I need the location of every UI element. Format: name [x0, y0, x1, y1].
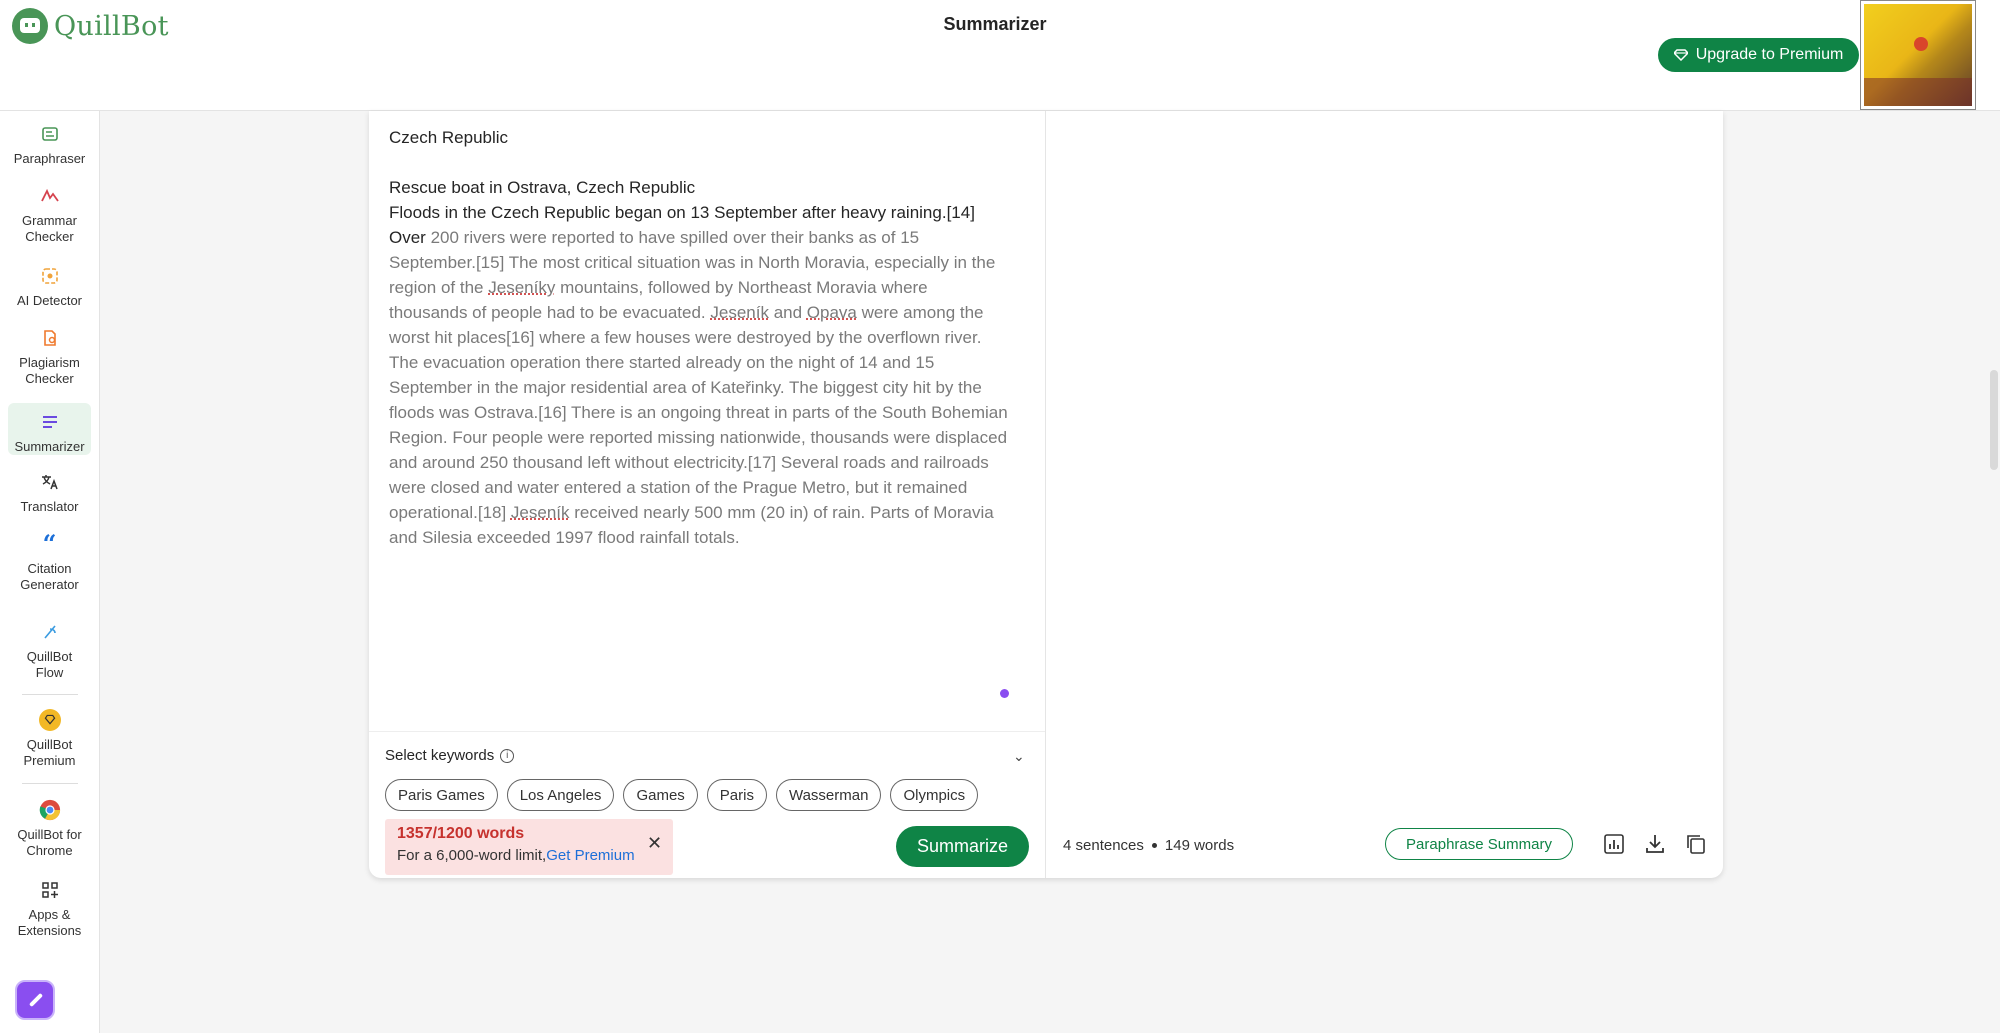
sidebar-item-label: Translator — [20, 499, 79, 514]
keyword-chip[interactable]: Games — [623, 779, 698, 811]
grammar-icon — [39, 185, 61, 207]
sidebar-item-paraphraser[interactable]: Paraphraser — [8, 123, 91, 173]
sidebar-item-summarizer[interactable]: Summarizer — [8, 403, 91, 455]
input-paragraph: Over 200 rivers were reported to have sp… — [389, 225, 1009, 550]
plagiarism-icon — [39, 327, 61, 349]
copy-icon[interactable] — [1685, 833, 1707, 855]
flow-icon — [39, 621, 61, 643]
sentence-count: 4 sentences — [1063, 837, 1144, 854]
word-limit-message: For a 6,000-word limit,Get Premium — [397, 847, 661, 864]
sidebar-item-label: Plagiarism Checker — [19, 355, 80, 386]
sidebar-divider — [22, 783, 78, 784]
sidebar-item-grammar-checker[interactable]: Grammar Checker — [8, 185, 91, 251]
statistics-icon[interactable] — [1603, 833, 1625, 855]
sidebar-item-translator[interactable]: Translator — [8, 471, 91, 521]
keyword-chips: Paris Games Los Angeles Games Paris Wass… — [385, 779, 979, 811]
keywords-divider — [369, 731, 1045, 732]
page-scrollbar[interactable] — [1990, 370, 1998, 470]
sidebar: Paraphraser Grammar Checker AI Detector … — [0, 111, 100, 1033]
spellcheck-word[interactable]: Jeseník — [511, 503, 570, 522]
apps-icon — [39, 879, 61, 901]
sidebar-item-quillbot-for-chrome[interactable]: QuillBot for Chrome — [8, 799, 91, 865]
sidebar-item-label: Paraphraser — [13, 151, 86, 166]
word-count-over-limit: 1357/1200 words — [397, 825, 525, 842]
input-line: Rescue boat in Ostrava, Czech Republic — [389, 178, 696, 197]
sidebar-divider — [22, 694, 78, 695]
output-stats: 4 sentences 149 words — [1063, 837, 1234, 854]
sidebar-item-quillbot-premium[interactable]: QuillBot Premium — [8, 709, 91, 775]
sidebar-item-label: Citation Generator — [20, 561, 79, 592]
input-word: Over — [389, 228, 426, 247]
sidebar-item-label: QuillBot for Chrome — [17, 827, 82, 858]
sidebar-item-label: Grammar Checker — [22, 213, 77, 244]
input-text-segment: and — [768, 303, 807, 322]
chevron-down-icon[interactable]: ⌄ — [1013, 748, 1025, 765]
citation-icon: “ — [42, 529, 57, 558]
keywords-label-text: Select keywords — [385, 747, 495, 764]
chrome-icon — [39, 799, 61, 821]
word-limit-text: For a 6,000-word limit, — [397, 847, 547, 864]
upgrade-label: Upgrade to Premium — [1695, 46, 1844, 63]
input-line: Floods in the Czech Republic began on 13… — [389, 203, 975, 222]
sidebar-item-apps-extensions[interactable]: Apps & Extensions — [8, 879, 91, 945]
sidebar-item-citation-generator[interactable]: “ Citation Generator — [8, 529, 91, 599]
spellcheck-word[interactable]: Jeseníky — [488, 278, 555, 297]
translator-icon — [39, 471, 61, 493]
keyword-chip[interactable]: Los Angeles — [506, 779, 615, 811]
summarize-button[interactable]: Summarize — [896, 826, 1029, 867]
diamond-icon — [1673, 49, 1688, 61]
keyword-chip[interactable]: Wasserman — [775, 779, 882, 811]
keyword-chip[interactable]: Paris — [706, 779, 767, 811]
select-keywords-label[interactable]: Select keywords i — [385, 747, 515, 764]
sidebar-item-quillbot-flow[interactable]: QuillBot Flow — [8, 621, 91, 687]
paraphrase-summary-button[interactable]: Paraphrase Summary — [1385, 828, 1573, 860]
word-limit-warning: 1357/1200 words For a 6,000-word limit,G… — [385, 819, 673, 875]
avatar[interactable] — [1860, 0, 1976, 110]
keyword-chip[interactable]: Olympics — [890, 779, 979, 811]
ai-detector-icon — [39, 265, 61, 287]
sidebar-item-label: Summarizer — [14, 439, 85, 454]
word-count: 149 words — [1164, 837, 1235, 854]
page-title: Summarizer — [943, 14, 1047, 34]
spellcheck-word[interactable]: Jeseník — [710, 303, 769, 322]
spellcheck-word[interactable]: Opava — [807, 303, 857, 322]
premium-icon — [38, 709, 61, 731]
sidebar-item-label: AI Detector — [16, 293, 83, 308]
flow-indicator-dot[interactable] — [1000, 689, 1009, 698]
input-text-area[interactable]: Czech Republic Rescue boat in Ostrava, C… — [389, 125, 1009, 550]
input-text-segment: were among the worst hit places[16] wher… — [389, 303, 1008, 522]
upgrade-premium-button[interactable]: Upgrade to Premium — [1658, 38, 1859, 72]
bullet-separator — [1151, 843, 1157, 848]
sidebar-item-label: Apps & Extensions — [17, 907, 82, 938]
info-icon[interactable]: i — [500, 748, 515, 763]
summarizer-icon — [39, 411, 61, 433]
sidebar-item-label: QuillBot Premium — [23, 737, 76, 768]
avatar-image — [1864, 4, 1972, 106]
top-header: QuillBot Summarizer Upgrade to Premium — [0, 0, 2000, 111]
quillbot-flow-launcher-button[interactable] — [15, 980, 55, 1020]
panel-divider — [1045, 111, 1046, 878]
paraphraser-icon — [39, 123, 61, 145]
sidebar-item-plagiarism-checker[interactable]: Plagiarism Checker — [8, 327, 91, 393]
close-icon[interactable]: ✕ — [647, 833, 662, 854]
keyword-chip[interactable]: Paris Games — [385, 779, 498, 811]
download-icon[interactable] — [1644, 833, 1666, 855]
sidebar-item-ai-detector[interactable]: AI Detector — [8, 265, 91, 315]
get-premium-link[interactable]: Get Premium — [546, 847, 634, 864]
sidebar-item-label: QuillBot Flow — [26, 649, 73, 680]
input-heading: Czech Republic — [389, 128, 509, 147]
summarizer-card: Czech Republic Rescue boat in Ostrava, C… — [369, 111, 1723, 878]
